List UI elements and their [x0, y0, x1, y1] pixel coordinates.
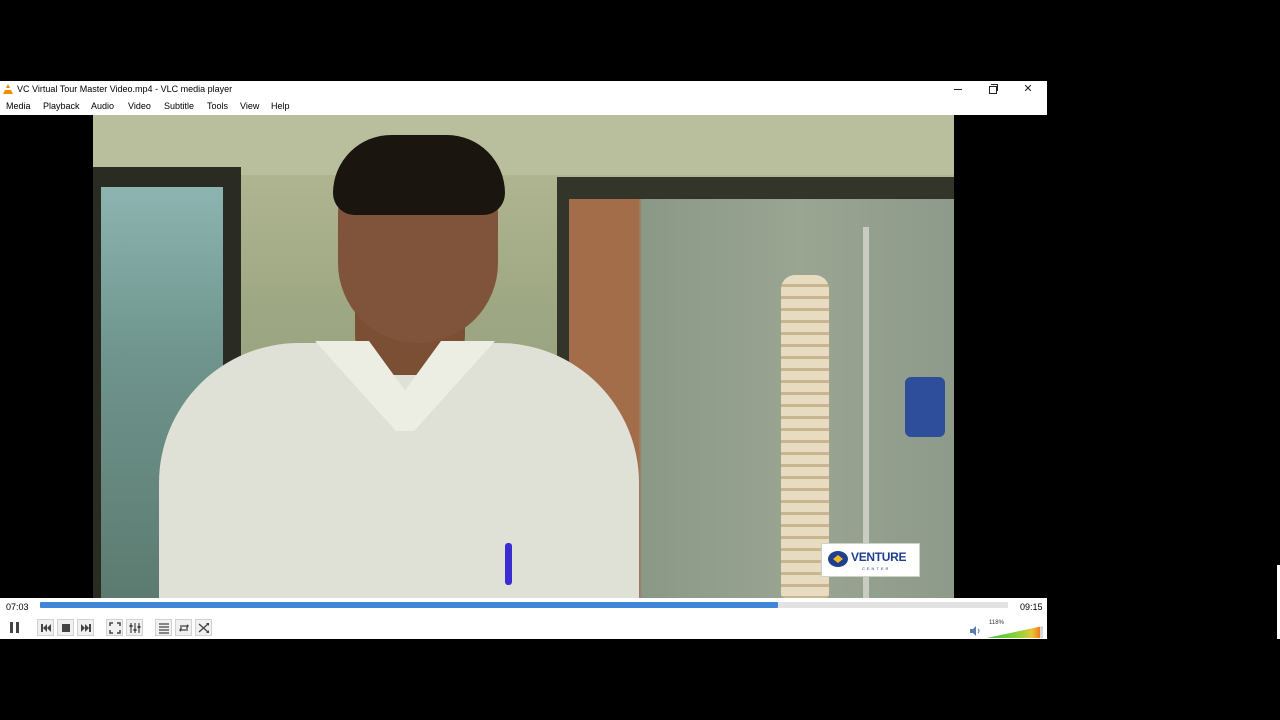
total-time[interactable]: 09:15: [1020, 602, 1043, 612]
extended-settings-icon: [129, 623, 141, 633]
vlc-window: VC Virtual Tour Master Video.mp4 - VLC m…: [0, 81, 1047, 639]
seek-bar-fill: [40, 602, 778, 608]
shuffle-icon: [198, 623, 209, 633]
video-display[interactable]: VENTURE CENTER: [0, 115, 1047, 598]
speaker-icon[interactable]: [969, 626, 981, 636]
controls-row: 118%: [0, 616, 1047, 639]
fullscreen-icon: [109, 622, 121, 634]
logo-subtext: CENTER: [862, 566, 891, 571]
stop-icon: [62, 624, 70, 632]
video-wall: [93, 115, 954, 175]
venture-center-logo: VENTURE CENTER: [821, 543, 920, 577]
menu-video[interactable]: Video: [128, 101, 151, 111]
pause-icon: [10, 622, 19, 633]
menu-bar: Media Playback Audio Video Subtitle Tool…: [0, 98, 1047, 115]
seek-row: 07:03 09:15: [0, 598, 1047, 616]
previous-button[interactable]: [37, 619, 54, 636]
video-pen: [505, 543, 512, 585]
shuffle-button[interactable]: [195, 619, 212, 636]
elapsed-time[interactable]: 07:03: [6, 602, 29, 612]
stop-button[interactable]: [57, 619, 74, 636]
extended-settings-button[interactable]: [126, 619, 143, 636]
volume-slider[interactable]: [987, 626, 1043, 638]
loop-icon: [179, 624, 189, 632]
video-person-shirt: [159, 343, 639, 598]
playlist-icon: [159, 623, 169, 634]
video-person-hair: [333, 135, 505, 215]
restore-button[interactable]: [976, 81, 1010, 98]
previous-icon: [41, 624, 51, 632]
menu-help[interactable]: Help: [271, 101, 290, 111]
minimize-button[interactable]: [941, 81, 975, 98]
loop-button[interactable]: [175, 619, 192, 636]
seek-bar[interactable]: [40, 602, 1008, 608]
volume-slider-fill: [987, 626, 1040, 638]
vlc-cone-icon: [3, 84, 13, 94]
menu-view[interactable]: View: [240, 101, 259, 111]
venture-logo-icon: [828, 551, 848, 567]
menu-audio[interactable]: Audio: [91, 101, 114, 111]
pause-button[interactable]: [6, 619, 23, 636]
title-bar: VC Virtual Tour Master Video.mp4 - VLC m…: [0, 81, 1047, 98]
video-frame: VENTURE CENTER: [93, 115, 954, 598]
next-button[interactable]: [77, 619, 94, 636]
menu-tools[interactable]: Tools: [207, 101, 228, 111]
menu-subtitle[interactable]: Subtitle: [164, 101, 194, 111]
menu-media[interactable]: Media: [6, 101, 31, 111]
window-title: VC Virtual Tour Master Video.mp4 - VLC m…: [17, 84, 233, 94]
video-blue-device: [905, 377, 945, 437]
volume-label: 118%: [989, 620, 1004, 626]
playlist-button[interactable]: [155, 619, 172, 636]
close-button[interactable]: ✕: [1011, 81, 1045, 98]
fullscreen-button[interactable]: [106, 619, 123, 636]
menu-playback[interactable]: Playback: [43, 101, 80, 111]
logo-text: VENTURE: [851, 550, 907, 564]
next-icon: [81, 624, 91, 632]
